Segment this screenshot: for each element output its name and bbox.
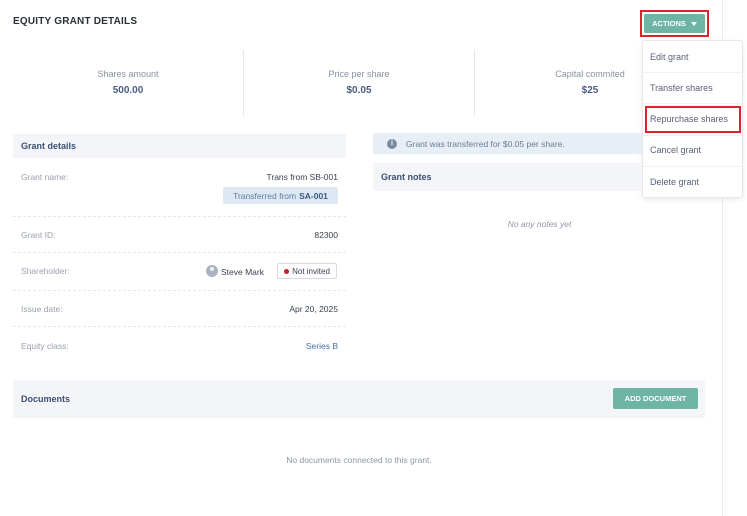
documents-title: Documents <box>21 394 71 404</box>
actions-highlight-frame: ACTIONS <box>640 10 709 37</box>
stat-price-per-share: Price per share $0.05 <box>244 69 474 96</box>
page-title: EQUITY GRANT DETAILS <box>13 16 138 27</box>
grant-details-header: Grant details <box>13 134 346 158</box>
info-icon: i <box>387 138 397 149</box>
equity-class-label: Equity class: <box>21 341 69 351</box>
stat-value: $0.05 <box>346 85 372 96</box>
grant-id-label: Grant ID: <box>21 230 56 240</box>
info-banner-text: Grant was transferred for $0.05 per shar… <box>406 138 565 149</box>
menu-item-edit-grant[interactable]: Edit grant <box>643 45 742 69</box>
stat-label: Shares amount <box>97 69 159 79</box>
notes-empty-text: No any notes yet <box>507 219 572 229</box>
grant-notes-header: Grant notes <box>373 163 642 191</box>
menu-divider <box>643 166 742 167</box>
row-divider <box>13 252 346 253</box>
transferred-prefix: Transferred from <box>233 190 297 201</box>
actions-dropdown: Edit grant Transfer shares Repurchase sh… <box>642 40 743 198</box>
row-divider <box>13 216 346 217</box>
menu-item-cancel-grant[interactable]: Cancel grant <box>643 138 742 162</box>
documents-empty-text: No documents connected to this grant. <box>286 455 432 465</box>
info-banner: i Grant was transferred for $0.05 per sh… <box>373 133 642 154</box>
stat-capital-committed: Capital commited $25 <box>475 69 705 96</box>
transferred-from-badge: Transferred from SA-001 <box>223 187 338 204</box>
row-divider <box>13 326 346 327</box>
grant-name-label: Grant name: <box>21 172 69 182</box>
grant-id-value: 82300 <box>314 230 338 240</box>
actions-label: ACTIONS <box>652 19 686 28</box>
stat-label: Price per share <box>328 69 390 79</box>
stat-label: Capital commited <box>555 69 625 79</box>
avatar <box>206 265 218 277</box>
transferred-code: SA-001 <box>299 190 328 201</box>
shareholder-label: Shareholder: <box>21 266 70 276</box>
stat-shares-amount: Shares amount 500.00 <box>13 69 243 96</box>
menu-divider <box>643 103 742 104</box>
issue-date-value: Apr 20, 2025 <box>289 304 338 314</box>
menu-divider <box>643 135 742 136</box>
add-document-button[interactable]: ADD DOCUMENT <box>613 388 698 409</box>
shareholder-name[interactable]: Steve Mark <box>221 267 264 277</box>
issue-date-label: Issue date: <box>21 304 63 314</box>
status-badge: Not invited <box>277 263 337 279</box>
caret-down-icon <box>690 21 697 26</box>
documents-header: Documents <box>13 380 705 418</box>
stat-value: 500.00 <box>112 85 144 96</box>
repurchase-highlight-frame <box>645 106 741 133</box>
stat-value: $25 <box>581 85 599 96</box>
status-dot-icon <box>284 268 290 274</box>
equity-class-link[interactable]: Series B <box>306 341 338 351</box>
menu-item-delete-grant[interactable]: Delete grant <box>643 170 742 194</box>
status-badge-label: Not invited <box>292 266 330 276</box>
row-divider <box>13 290 346 291</box>
grant-name-value: Trans from SB-001 <box>266 172 339 182</box>
actions-button[interactable]: ACTIONS <box>644 14 705 33</box>
